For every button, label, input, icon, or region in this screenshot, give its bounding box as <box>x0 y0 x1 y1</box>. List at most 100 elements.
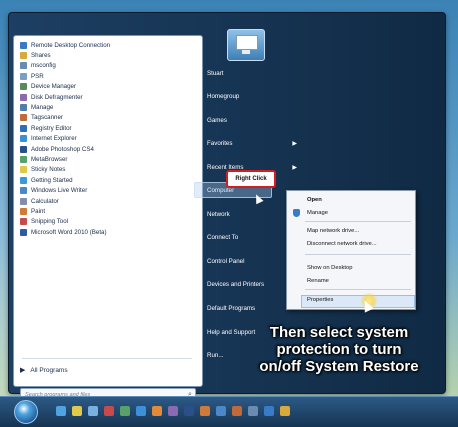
taskbar-app-icon[interactable] <box>248 406 258 416</box>
places-label: Default Programs <box>207 304 256 312</box>
program-icon <box>20 197 27 205</box>
places-item[interactable]: Favorites ▶ <box>207 137 297 149</box>
taskbar-app-icon[interactable] <box>216 406 226 416</box>
program-icon <box>20 228 27 236</box>
user-picture[interactable] <box>227 29 265 61</box>
taskbar-app-icon[interactable] <box>88 406 98 416</box>
program-item[interactable]: Windows Live Writer <box>20 186 87 196</box>
context-menu-item[interactable]: Open <box>307 195 322 205</box>
program-label: Disk Defragmenter <box>31 93 83 101</box>
taskbar-app-icon[interactable] <box>200 406 210 416</box>
places-item[interactable]: Devices and Printers <box>207 278 297 290</box>
places-item[interactable]: Games <box>207 114 297 126</box>
program-icon <box>20 218 27 226</box>
program-label: Remote Desktop Connection <box>31 41 111 49</box>
program-label: Adobe Photoshop CS4 <box>31 145 94 153</box>
program-item[interactable]: Internet Explorer <box>20 134 77 144</box>
taskbar-app-icon[interactable] <box>56 406 66 416</box>
places-item[interactable]: Default Programs <box>207 302 297 314</box>
divider <box>22 358 192 359</box>
program-item[interactable]: Tagscanner <box>20 113 63 123</box>
program-item[interactable]: PSR <box>20 71 44 81</box>
taskbar-app-icon[interactable] <box>72 406 82 416</box>
program-icon <box>20 62 27 70</box>
taskbar <box>0 396 458 427</box>
start-orb-button[interactable] <box>14 400 38 424</box>
places-label: Connect To <box>207 233 239 241</box>
places-label: Network <box>207 210 230 218</box>
program-icon <box>20 93 27 101</box>
places-label: Games <box>207 116 227 124</box>
program-item[interactable]: Manage <box>20 102 53 112</box>
program-item[interactable]: msconfig <box>20 61 56 71</box>
taskbar-app-icon[interactable] <box>280 406 290 416</box>
program-icon <box>20 176 27 184</box>
program-label: Manage <box>31 103 54 111</box>
menu-divider <box>305 221 411 222</box>
program-icon <box>20 83 27 91</box>
taskbar-app-icon[interactable] <box>152 406 162 416</box>
program-label: Paint <box>31 207 46 215</box>
program-label: Getting Started <box>31 176 73 184</box>
monitor-stand <box>242 50 250 54</box>
program-item[interactable]: Device Manager <box>20 82 76 92</box>
places-item[interactable]: Stuart <box>207 67 297 79</box>
program-item[interactable]: Shares <box>20 50 51 60</box>
program-item[interactable]: Sticky Notes <box>20 165 65 175</box>
menu-divider <box>305 289 411 290</box>
program-icon <box>20 135 27 143</box>
context-menu-item[interactable]: Properties <box>307 295 333 305</box>
context-menu-item[interactable]: Map network drive... <box>307 226 359 236</box>
taskbar-app-icon[interactable] <box>264 406 274 416</box>
chevron-right-icon: ▶ <box>292 140 297 147</box>
program-icon <box>20 187 27 195</box>
program-icon <box>20 51 27 59</box>
context-menu-item[interactable]: Rename <box>307 276 329 286</box>
places-label: Homegroup <box>207 92 240 100</box>
program-label: Internet Explorer <box>31 135 77 143</box>
context-menu: Open Manage Map network drive... Disconnect… <box>286 190 416 310</box>
program-item[interactable]: Getting Started <box>20 175 73 185</box>
caption-line: on/off System Restore <box>259 358 419 375</box>
places-item[interactable]: Homegroup <box>207 90 297 102</box>
places-label: Control Panel <box>207 257 245 265</box>
places-item[interactable]: Network <box>207 208 297 220</box>
program-icon <box>20 41 27 49</box>
program-icon <box>20 155 27 163</box>
program-item[interactable]: MetaBrowser <box>20 154 67 164</box>
program-icon <box>20 207 27 215</box>
program-icon <box>20 103 27 111</box>
program-item[interactable]: Adobe Photoshop CS4 <box>20 144 94 154</box>
program-item[interactable]: Microsoft Word 2010 (Beta) <box>20 227 107 237</box>
taskbar-app-icon[interactable] <box>232 406 242 416</box>
caption-line: protection to turn <box>276 341 402 358</box>
places-item[interactable]: Connect To <box>207 231 297 243</box>
places-item[interactable]: Control Panel <box>207 255 297 267</box>
program-item[interactable]: Calculator <box>20 196 59 206</box>
program-item[interactable]: Registry Editor <box>20 123 72 133</box>
taskbar-app-icon[interactable] <box>168 406 178 416</box>
program-item[interactable]: Snipping Tool <box>20 217 68 227</box>
places-label: Stuart <box>207 69 224 77</box>
taskbar-app-icon[interactable] <box>120 406 130 416</box>
program-item[interactable]: Disk Defragmenter <box>20 92 83 102</box>
all-programs-button[interactable]: ▶ All Programs <box>20 366 68 375</box>
program-label: MetaBrowser <box>31 155 68 163</box>
context-menu-item[interactable]: Disconnect network drive... <box>307 239 377 249</box>
program-label: Snipping Tool <box>31 218 69 226</box>
program-label: Device Manager <box>31 83 77 91</box>
taskbar-app-icon[interactable] <box>104 406 114 416</box>
program-item[interactable]: Paint <box>20 206 45 216</box>
program-label: Tagscanner <box>31 114 63 122</box>
program-label: Registry Editor <box>31 124 72 132</box>
context-menu-item[interactable]: Manage <box>307 208 328 218</box>
places-label: Favorites <box>207 139 233 147</box>
context-menu-item[interactable]: Show on Desktop <box>307 263 352 273</box>
program-label: Windows Live Writer <box>31 187 88 195</box>
taskbar-app-icon[interactable] <box>136 406 146 416</box>
taskbar-app-icon[interactable] <box>184 406 194 416</box>
program-item[interactable]: Remote Desktop Connection <box>20 40 110 50</box>
instruction-caption: Then select system protection to turn on/o… <box>226 324 452 375</box>
places-label: Run... <box>207 351 224 359</box>
program-icon <box>20 145 27 153</box>
